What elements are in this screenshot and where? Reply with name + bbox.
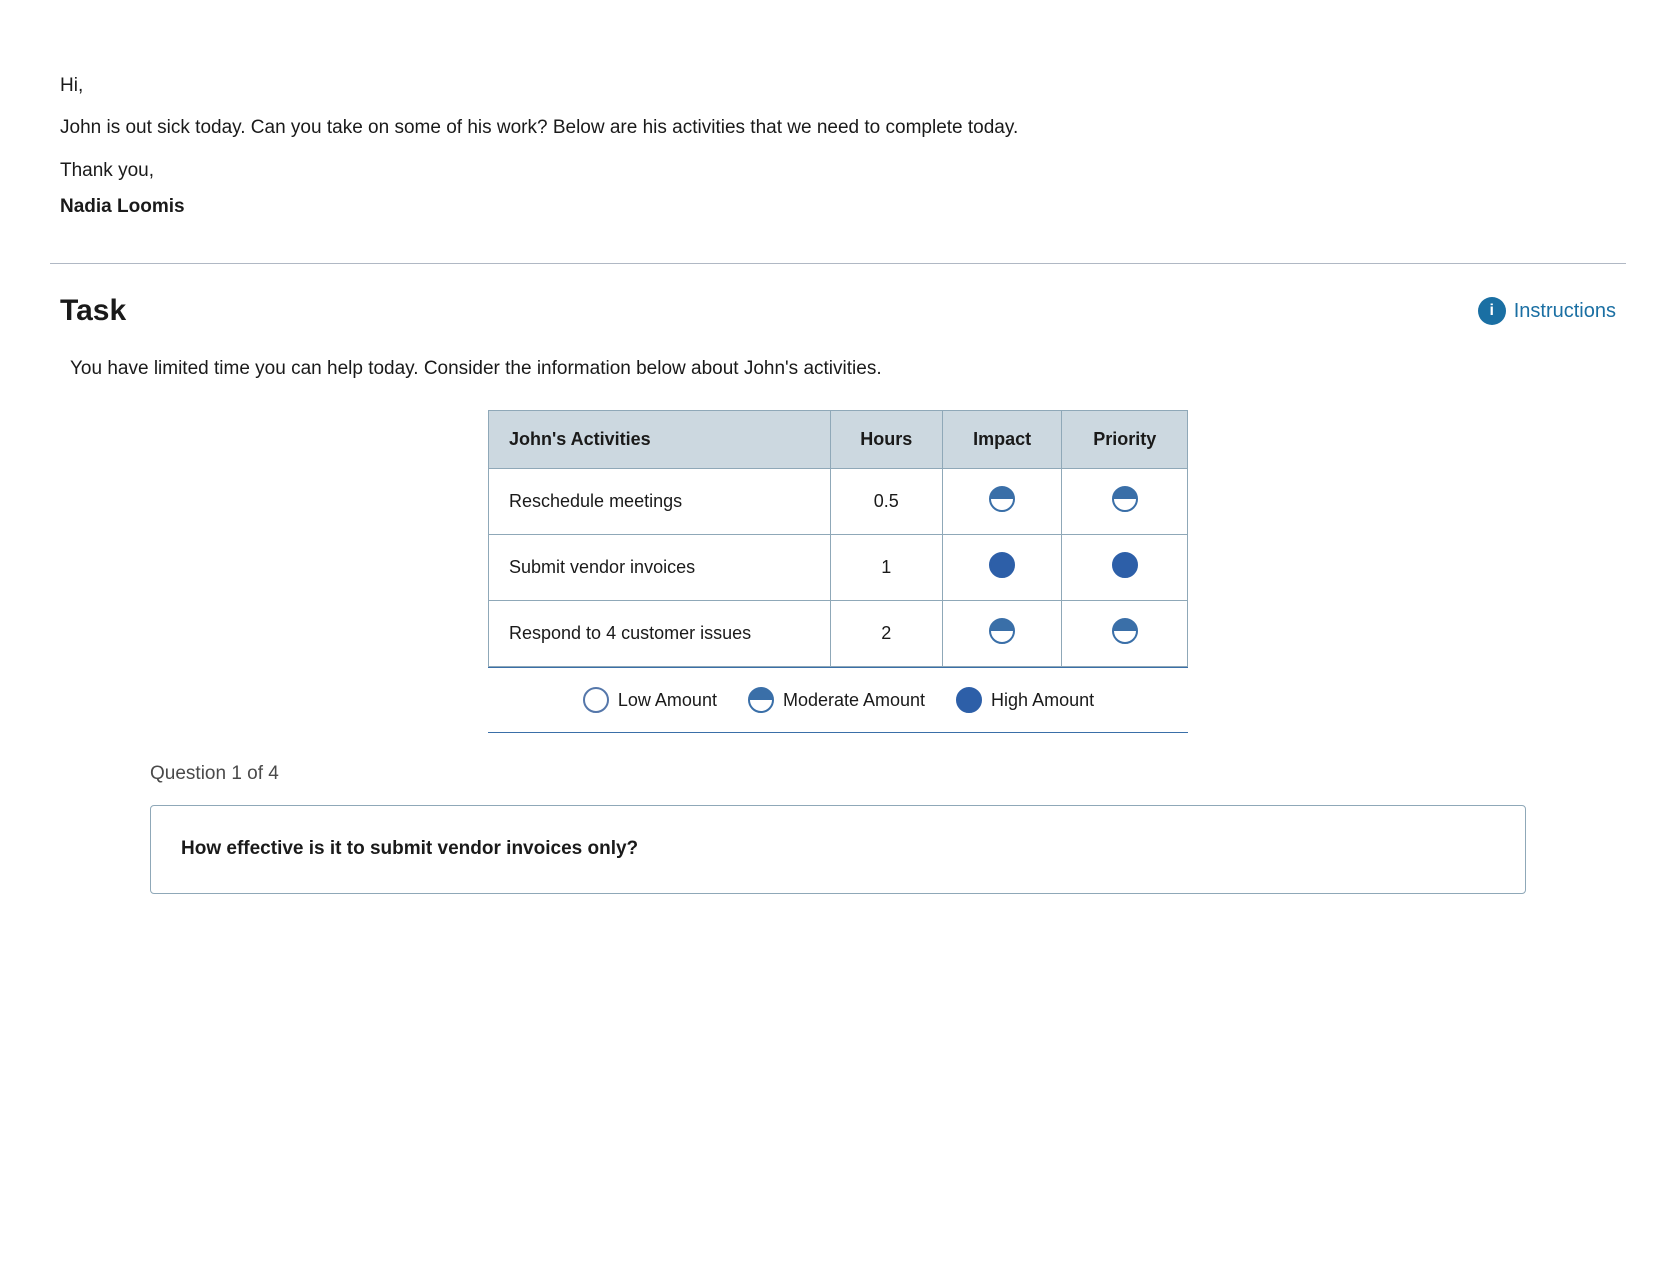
- email-body: John is out sick today. Can you take on …: [60, 112, 1616, 144]
- question-text-prefix: How effective is it to: [181, 838, 370, 859]
- legend-high-label: High Amount: [991, 690, 1094, 711]
- activity-impact: [942, 535, 1062, 601]
- info-icon: i: [1478, 297, 1506, 325]
- activity-name: Submit vendor invoices: [489, 535, 831, 601]
- activity-priority: [1062, 601, 1188, 667]
- legend-high: High Amount: [955, 686, 1094, 714]
- legend-container: Low Amount Moderate Amount High Amount: [488, 668, 1188, 732]
- activity-name: Reschedule meetings: [489, 469, 831, 535]
- activity-hours: 1: [830, 535, 942, 601]
- table-row: Respond to 4 customer issues 2: [489, 601, 1188, 667]
- task-description: You have limited time you can help today…: [60, 358, 1616, 380]
- low-amount-icon: [582, 686, 610, 714]
- legend-low: Low Amount: [582, 686, 717, 714]
- table-row: Reschedule meetings 0.5: [489, 469, 1188, 535]
- moderate-priority-icon-2: [1111, 617, 1139, 645]
- question-box: How effective is it to submit vendor inv…: [150, 805, 1526, 893]
- moderate-impact-icon-2: [988, 617, 1016, 645]
- legend-moderate: Moderate Amount: [747, 686, 925, 714]
- email-sender: Nadia Loomis: [60, 191, 1616, 223]
- activities-table: John's Activities Hours Impact Priority …: [488, 410, 1188, 667]
- task-title: Task: [60, 294, 126, 328]
- instructions-label: Instructions: [1514, 300, 1616, 323]
- moderate-impact-icon: [988, 485, 1016, 513]
- activity-priority: [1062, 469, 1188, 535]
- col-header-priority: Priority: [1062, 411, 1188, 469]
- question-label: Question 1 of 4: [70, 763, 1606, 785]
- table-row: Submit vendor invoices 1: [489, 535, 1188, 601]
- activity-name: Respond to 4 customer issues: [489, 601, 831, 667]
- section-divider: [50, 263, 1626, 264]
- email-greeting: Hi,: [60, 70, 1616, 102]
- activity-impact: [942, 469, 1062, 535]
- task-section: Task i Instructions You have limited tim…: [50, 294, 1626, 893]
- legend-low-label: Low Amount: [618, 690, 717, 711]
- high-priority-icon: [1111, 551, 1139, 579]
- task-header: Task i Instructions: [60, 294, 1616, 328]
- high-amount-icon: [955, 686, 983, 714]
- high-impact-icon: [988, 551, 1016, 579]
- activity-hours: 0.5: [830, 469, 942, 535]
- activity-priority: [1062, 535, 1188, 601]
- activity-hours: 2: [830, 601, 942, 667]
- legend-moderate-label: Moderate Amount: [783, 690, 925, 711]
- legend-section: Low Amount Moderate Amount High Amount: [488, 667, 1188, 733]
- activities-table-container: John's Activities Hours Impact Priority …: [488, 410, 1188, 667]
- table-header-row: John's Activities Hours Impact Priority: [489, 411, 1188, 469]
- email-section: Hi, John is out sick today. Can you take…: [50, 40, 1626, 253]
- question-text-bold: submit vendor invoices only?: [370, 838, 638, 859]
- col-header-impact: Impact: [942, 411, 1062, 469]
- activity-impact: [942, 601, 1062, 667]
- moderate-amount-icon: [747, 686, 775, 714]
- instructions-button[interactable]: i Instructions: [1478, 297, 1616, 325]
- question-section: Question 1 of 4 How effective is it to s…: [60, 733, 1616, 893]
- moderate-priority-icon: [1111, 485, 1139, 513]
- col-header-hours: Hours: [830, 411, 942, 469]
- email-thanks: Thank you,: [60, 155, 1616, 187]
- col-header-activity: John's Activities: [489, 411, 831, 469]
